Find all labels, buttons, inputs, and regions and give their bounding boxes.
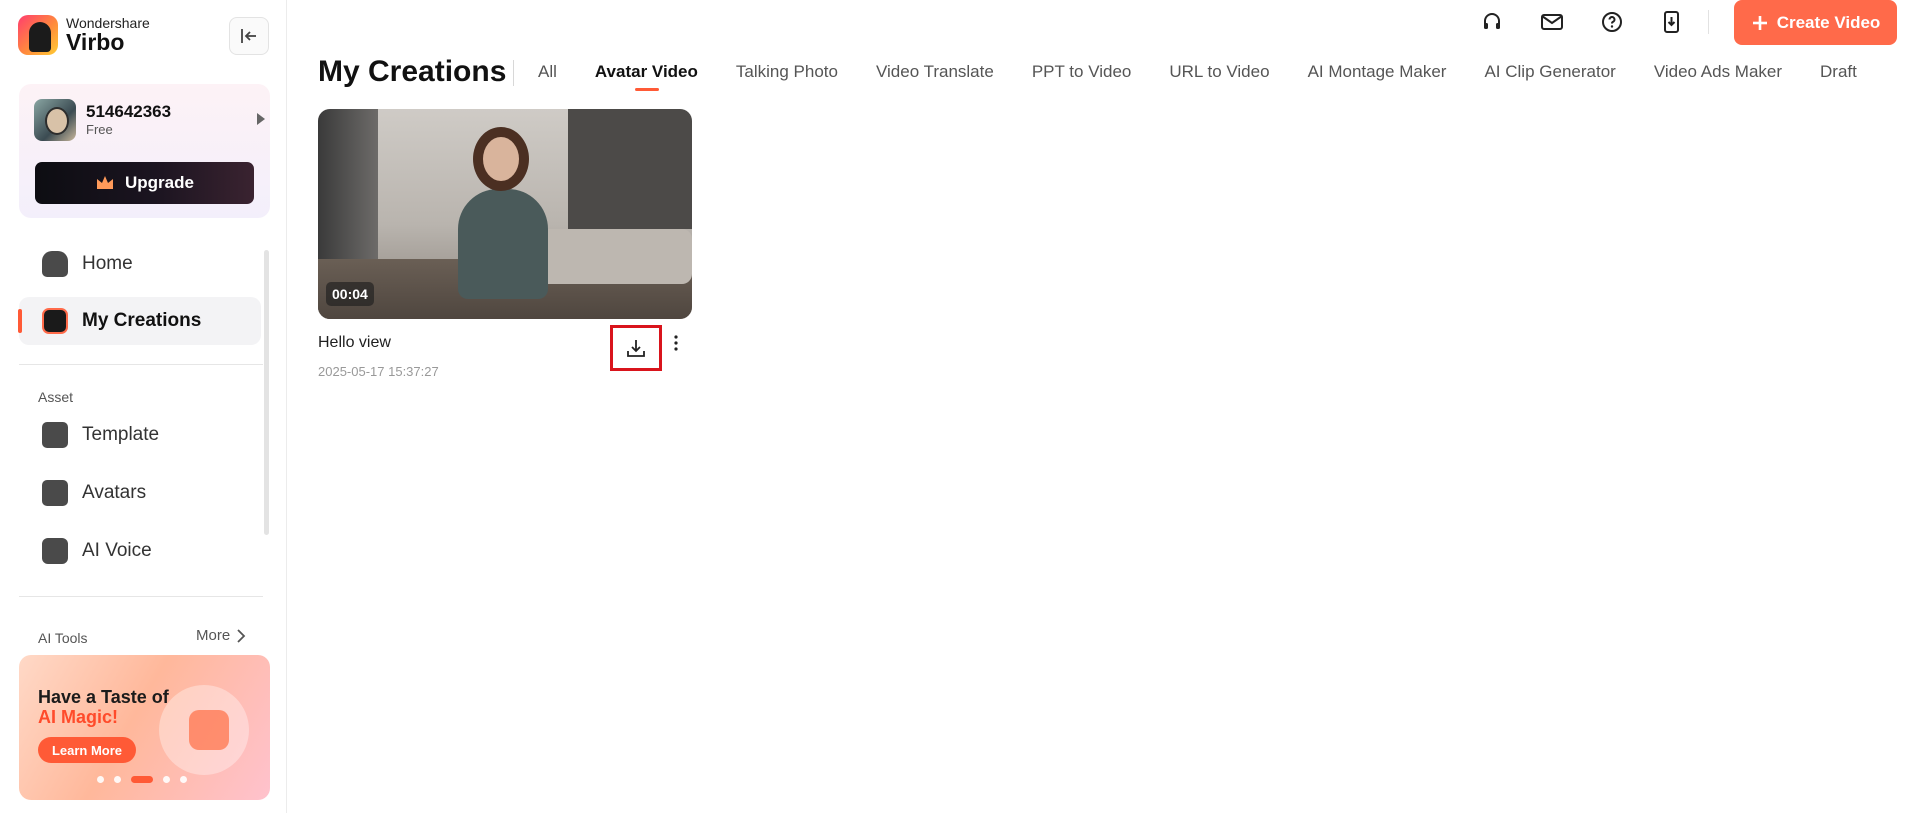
active-indicator <box>18 309 22 333</box>
tab-ai-clip-generator[interactable]: AI Clip Generator <box>1484 62 1615 82</box>
sidebar-item-label: My Creations <box>82 310 202 331</box>
sidebar-item-ai-voice[interactable]: AI Voice <box>19 527 261 575</box>
support-button[interactable] <box>1472 8 1512 36</box>
more-vertical-icon <box>674 335 678 351</box>
more-options-button[interactable] <box>668 331 684 355</box>
sidebar: Wondershare Virbo 514642363 Free Upgrade… <box>0 0 287 813</box>
tab-url-to-video[interactable]: URL to Video <box>1169 62 1269 82</box>
sidebar-item-label: AI Voice <box>82 540 152 561</box>
app-download-button[interactable] <box>1652 8 1692 36</box>
sidebar-item-my-creations[interactable]: My Creations <box>18 297 261 345</box>
help-icon <box>1602 12 1622 32</box>
divider <box>19 596 263 597</box>
user-plan: Free <box>86 122 113 137</box>
mail-icon <box>1541 14 1563 30</box>
avatar-icon <box>42 480 68 506</box>
carousel-dot-active[interactable] <box>131 776 153 783</box>
category-tabs: All Avatar Video Talking Photo Video Tra… <box>538 62 1895 91</box>
carousel-dot[interactable] <box>163 776 170 783</box>
brand-name: Virbo <box>66 29 125 55</box>
avatar-figure <box>458 189 548 299</box>
template-icon <box>42 422 68 448</box>
sidebar-scrollbar[interactable] <box>264 250 269 535</box>
title-divider <box>513 60 514 86</box>
download-button[interactable] <box>610 325 662 371</box>
tab-video-translate[interactable]: Video Translate <box>876 62 994 82</box>
user-card[interactable]: 514642363 Free Upgrade <box>19 84 270 218</box>
user-id: 514642363 <box>86 102 172 121</box>
section-label-asset: Asset <box>38 389 74 405</box>
crown-icon <box>97 176 114 189</box>
tab-ppt-to-video[interactable]: PPT to Video <box>1032 62 1132 82</box>
collapse-sidebar-button[interactable] <box>229 17 269 55</box>
caret-right-icon[interactable] <box>257 113 265 125</box>
tab-draft[interactable]: Draft <box>1820 62 1857 82</box>
promo-banner[interactable]: Have a Taste of AI Magic! Learn More <box>19 655 270 800</box>
sidebar-item-avatars[interactable]: Avatars <box>19 469 261 517</box>
collapse-left-icon <box>241 29 256 43</box>
plus-icon <box>1752 15 1767 30</box>
brand[interactable]: Wondershare Virbo <box>18 15 150 55</box>
video-duration: 00:04 <box>326 282 374 306</box>
tab-all[interactable]: All <box>538 62 557 82</box>
headset-icon <box>1484 13 1500 29</box>
carousel-dot[interactable] <box>97 776 104 783</box>
phone-download-icon <box>1664 11 1679 33</box>
header-toolbar <box>1472 8 1692 36</box>
sidebar-item-label: Avatars <box>82 482 147 503</box>
tab-talking-photo[interactable]: Talking Photo <box>736 62 838 82</box>
tab-video-ads-maker[interactable]: Video Ads Maker <box>1654 62 1782 82</box>
virbo-logo-icon <box>18 15 58 55</box>
creations-icon <box>42 308 68 334</box>
messages-button[interactable] <box>1532 8 1572 36</box>
avatar <box>34 99 76 141</box>
create-video-label: Create Video <box>1776 12 1881 32</box>
sidebar-item-label: Home <box>82 253 133 274</box>
sidebar-item-home[interactable]: Home <box>19 240 261 288</box>
promo-star-icon <box>189 710 229 750</box>
sidebar-item-template[interactable]: Template <box>19 411 261 459</box>
home-icon <box>42 251 68 277</box>
page-title: My Creations <box>318 55 507 88</box>
carousel-dot[interactable] <box>114 776 121 783</box>
carousel-dot[interactable] <box>180 776 187 783</box>
header-divider <box>1708 10 1709 34</box>
app-window: Wondershare Virbo 514642363 Free Upgrade… <box>0 0 1920 813</box>
more-link[interactable]: More <box>196 627 246 644</box>
tab-ai-montage-maker[interactable]: AI Montage Maker <box>1308 62 1447 82</box>
upgrade-label: Upgrade <box>125 173 194 192</box>
brand-sub: Wondershare <box>66 15 150 31</box>
divider <box>19 364 263 365</box>
chevron-right-icon <box>237 628 246 643</box>
upgrade-button[interactable]: Upgrade <box>35 162 254 204</box>
carousel-dots <box>97 776 187 783</box>
section-label-ai-tools: AI Tools <box>38 630 88 646</box>
sidebar-item-label: Template <box>82 424 160 445</box>
tab-avatar-video[interactable]: Avatar Video <box>595 62 698 91</box>
voice-icon <box>42 538 68 564</box>
video-card: 00:04 Hello view 2025-05-17 15:37:27 <box>318 109 692 379</box>
help-button[interactable] <box>1592 8 1632 36</box>
learn-more-button[interactable]: Learn More <box>38 737 136 763</box>
create-video-button[interactable]: Create Video <box>1734 0 1897 45</box>
video-title: Hello view <box>318 334 391 351</box>
promo-title: Have a Taste of <box>38 687 169 707</box>
video-date: 2025-05-17 15:37:27 <box>318 364 439 379</box>
active-tab-underline <box>634 88 659 91</box>
download-icon <box>627 340 645 357</box>
video-thumbnail[interactable]: 00:04 <box>318 109 692 319</box>
promo-subtitle: AI Magic! <box>38 707 119 727</box>
